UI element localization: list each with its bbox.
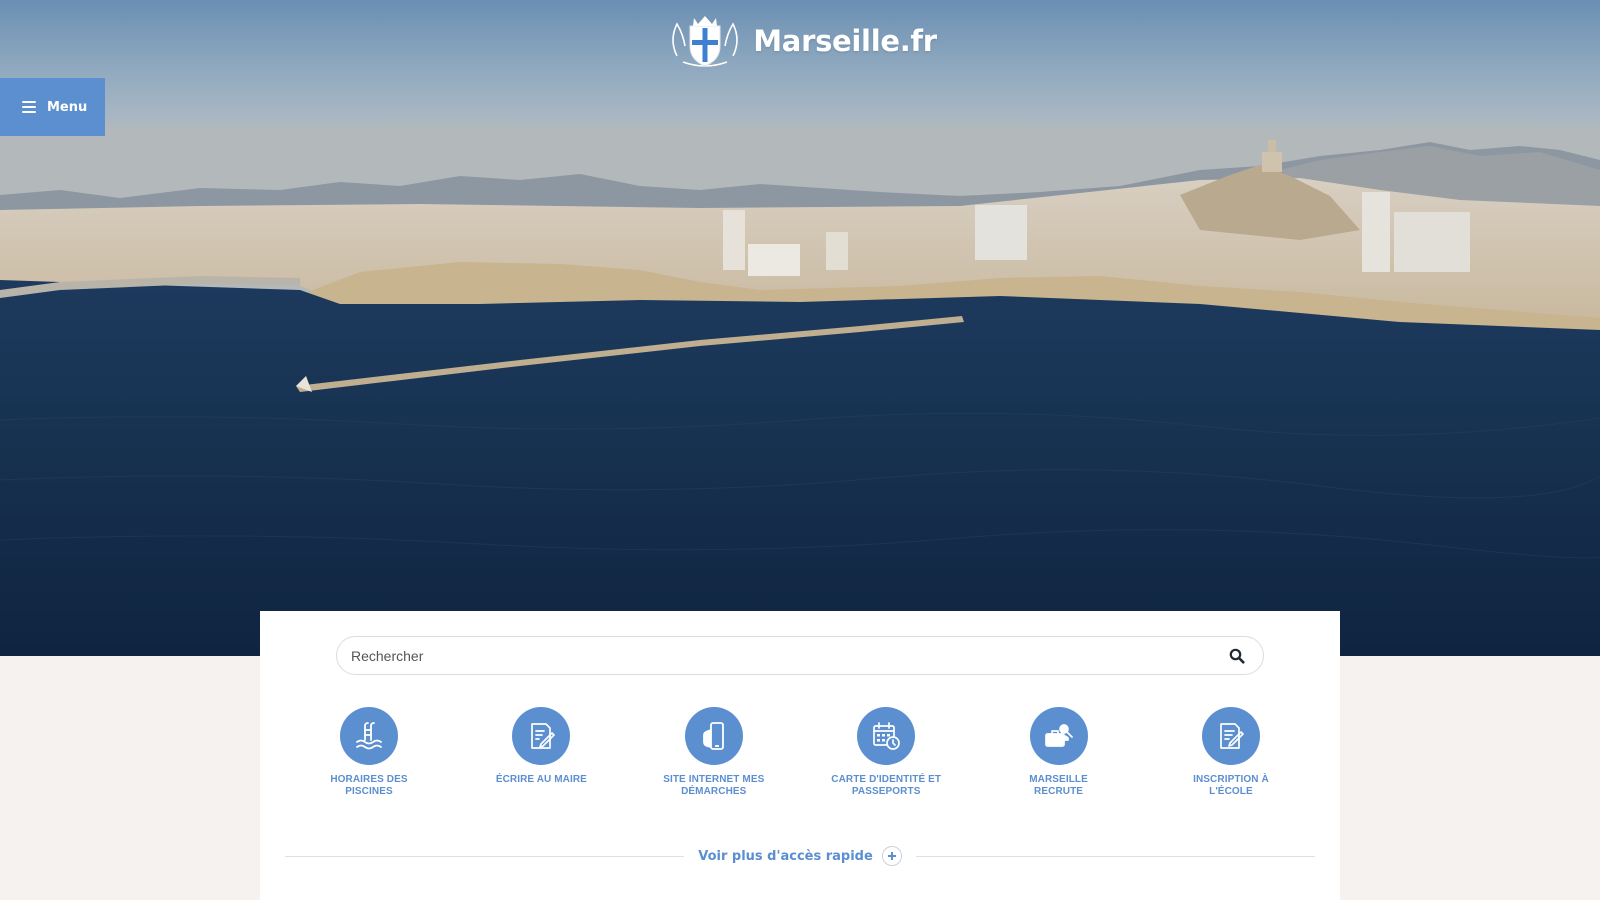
quick-access-label: Marseille recrute [1029, 774, 1088, 797]
quick-access-item-inscription-ecole[interactable]: Inscription à l'école [1176, 707, 1286, 827]
site-logo[interactable]: Marseille.fr [0, 10, 1600, 72]
form-edit-icon [1201, 707, 1260, 765]
search-bar [336, 636, 1264, 675]
quick-access-item-piscines[interactable]: Horaires des piscines [314, 707, 424, 827]
more-quick-access-button[interactable]: Voir plus d'accès rapide [684, 846, 916, 866]
hero-photo-marseille-coast [0, 140, 1600, 656]
quick-access-label: Carte d'identité et passeports [831, 774, 942, 797]
mobile-phone-icon [684, 707, 743, 765]
hero-banner: Marseille.fr Menu [0, 0, 1600, 656]
site-name: Marseille.fr [753, 24, 937, 58]
menu-label: Menu [47, 99, 88, 115]
more-quick-access-label: Voir plus d'accès rapide [698, 848, 873, 864]
write-letter-icon [512, 707, 571, 765]
search-icon[interactable] [1229, 648, 1245, 664]
menu-button[interactable]: Menu [0, 78, 105, 136]
quick-access-list: Horaires des piscines Écrire au maire [314, 707, 1286, 827]
calendar-clock-icon [857, 707, 916, 765]
quick-access-item-ecrire-maire[interactable]: Écrire au maire [486, 707, 596, 827]
quick-access-label: Écrire au maire [495, 774, 587, 785]
quick-access-item-identite-passeports[interactable]: Carte d'identité et passeports [831, 707, 941, 827]
quick-access-label: Horaires des piscines [330, 774, 408, 797]
search-card: Horaires des piscines Écrire au maire [260, 611, 1340, 900]
job-briefcase-icon [1029, 707, 1088, 765]
divider-right [915, 855, 1316, 857]
quick-access-label: Site internet mes démarches [663, 774, 765, 797]
quick-access-item-marseille-recrute[interactable]: Marseille recrute [1004, 707, 1114, 827]
plus-icon [881, 846, 902, 866]
quick-access-item-mes-demarches[interactable]: Site internet mes démarches [659, 707, 769, 827]
crest-icon [672, 16, 739, 67]
search-input[interactable] [351, 637, 1229, 674]
more-quick-access: Voir plus d'accès rapide [285, 844, 1316, 868]
divider-left [285, 855, 685, 857]
swimming-pool-icon [340, 707, 398, 765]
quick-access-label: Inscription à l'école [1193, 774, 1269, 797]
hamburger-icon [22, 101, 36, 113]
